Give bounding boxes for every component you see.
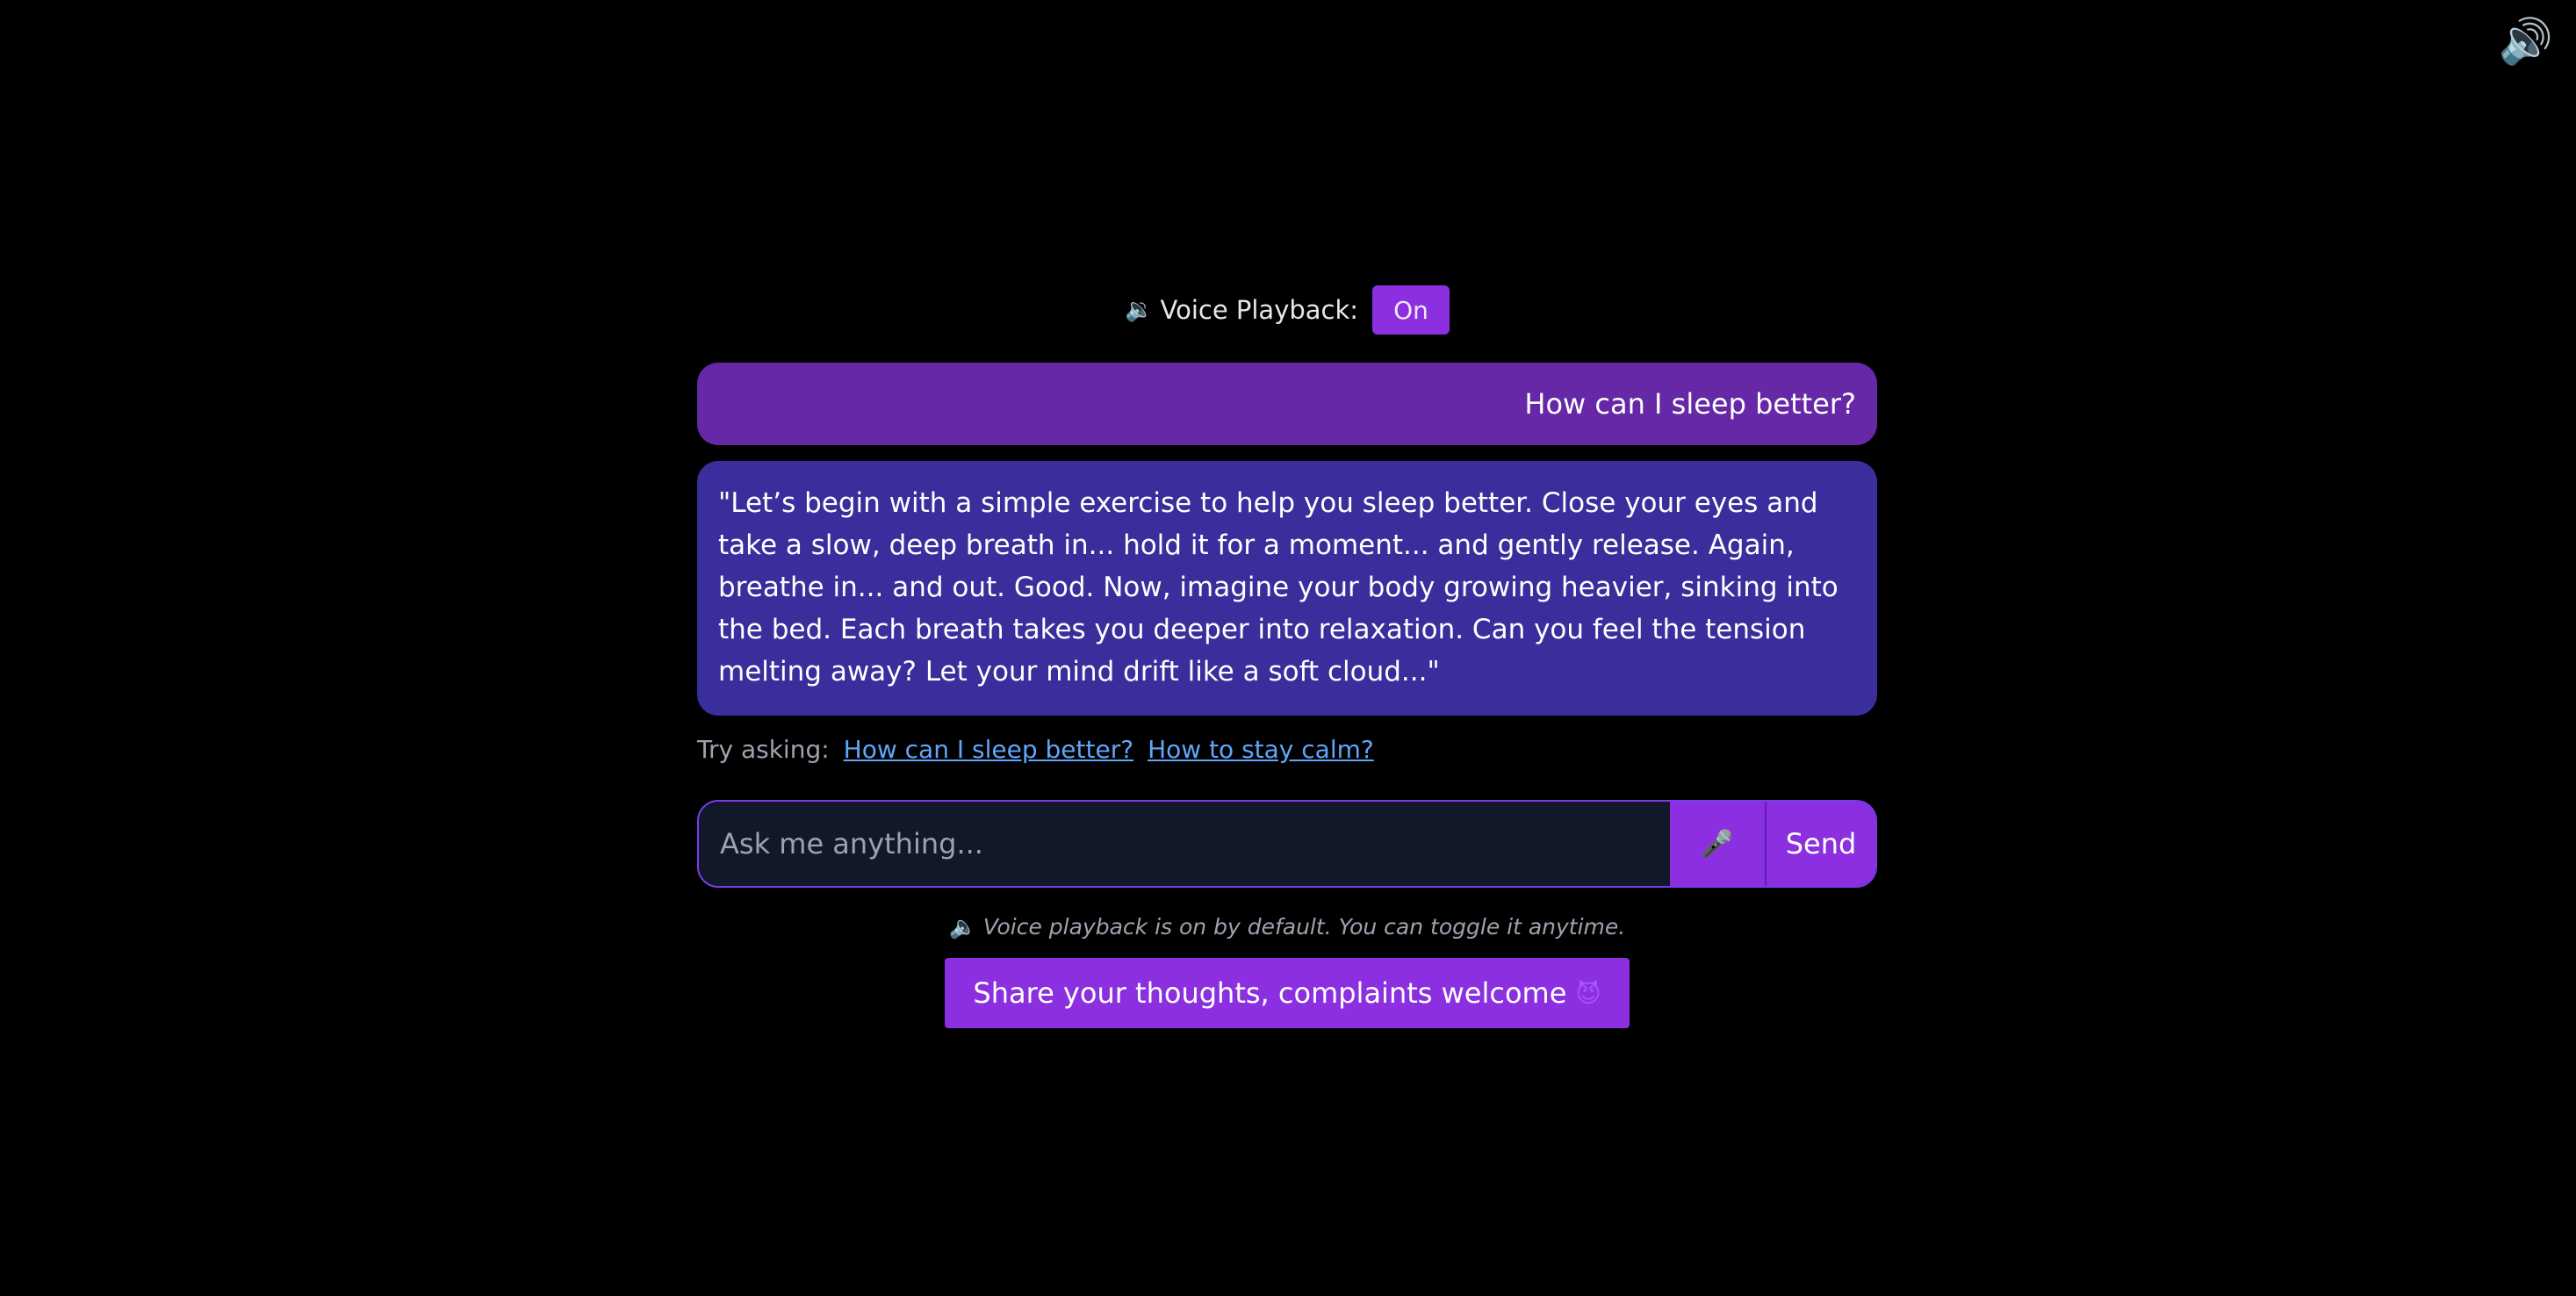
microphone-button[interactable]: 🎤 [1670,802,1767,886]
speaker-icon: 🔉 [1125,297,1154,323]
voice-playback-row: 🔉 Voice Playback: On [697,285,1877,335]
suggestions-row: Try asking: How can I sleep better? How … [697,731,1877,767]
assistant-message-bubble: "Let’s begin with a simple exercise to h… [697,461,1877,716]
suggestions-label: Try asking: [697,734,830,764]
send-button[interactable]: Send [1767,802,1875,886]
voice-playback-note: 🔈 Voice playback is on by default. You c… [697,914,1877,940]
message-input-row: 🎤 Send [697,800,1877,888]
voice-playback-toggle[interactable]: On [1372,285,1450,335]
devil-face-icon: 😈 [1575,978,1601,1008]
voice-playback-note-text: Voice playback is on by default. You can… [982,914,1626,940]
speaker-icon[interactable]: 🔊 [2499,19,2553,63]
suggestion-link-calm[interactable]: How to stay calm? [1148,735,1374,764]
message-input[interactable] [699,802,1670,886]
user-message-text: How can I sleep better? [1524,387,1856,421]
speaker-icon: 🔈 [948,914,976,940]
suggestion-link-sleep[interactable]: How can I sleep better? [844,735,1133,764]
voice-playback-label-group: 🔉 Voice Playback: [1125,295,1358,325]
feedback-wrap: Share your thoughts, complaints welcome … [697,958,1877,1028]
user-message-bubble: How can I sleep better? [697,363,1877,445]
voice-playback-label: Voice Playback: [1160,295,1359,325]
feedback-button[interactable]: Share your thoughts, complaints welcome … [945,958,1630,1028]
assistant-message-text: "Let’s begin with a simple exercise to h… [718,487,1838,688]
feedback-button-label: Share your thoughts, complaints welcome [973,976,1567,1010]
microphone-icon: 🎤 [1701,828,1734,860]
chat-app: 🔉 Voice Playback: On How can I sleep bet… [697,285,1877,1028]
